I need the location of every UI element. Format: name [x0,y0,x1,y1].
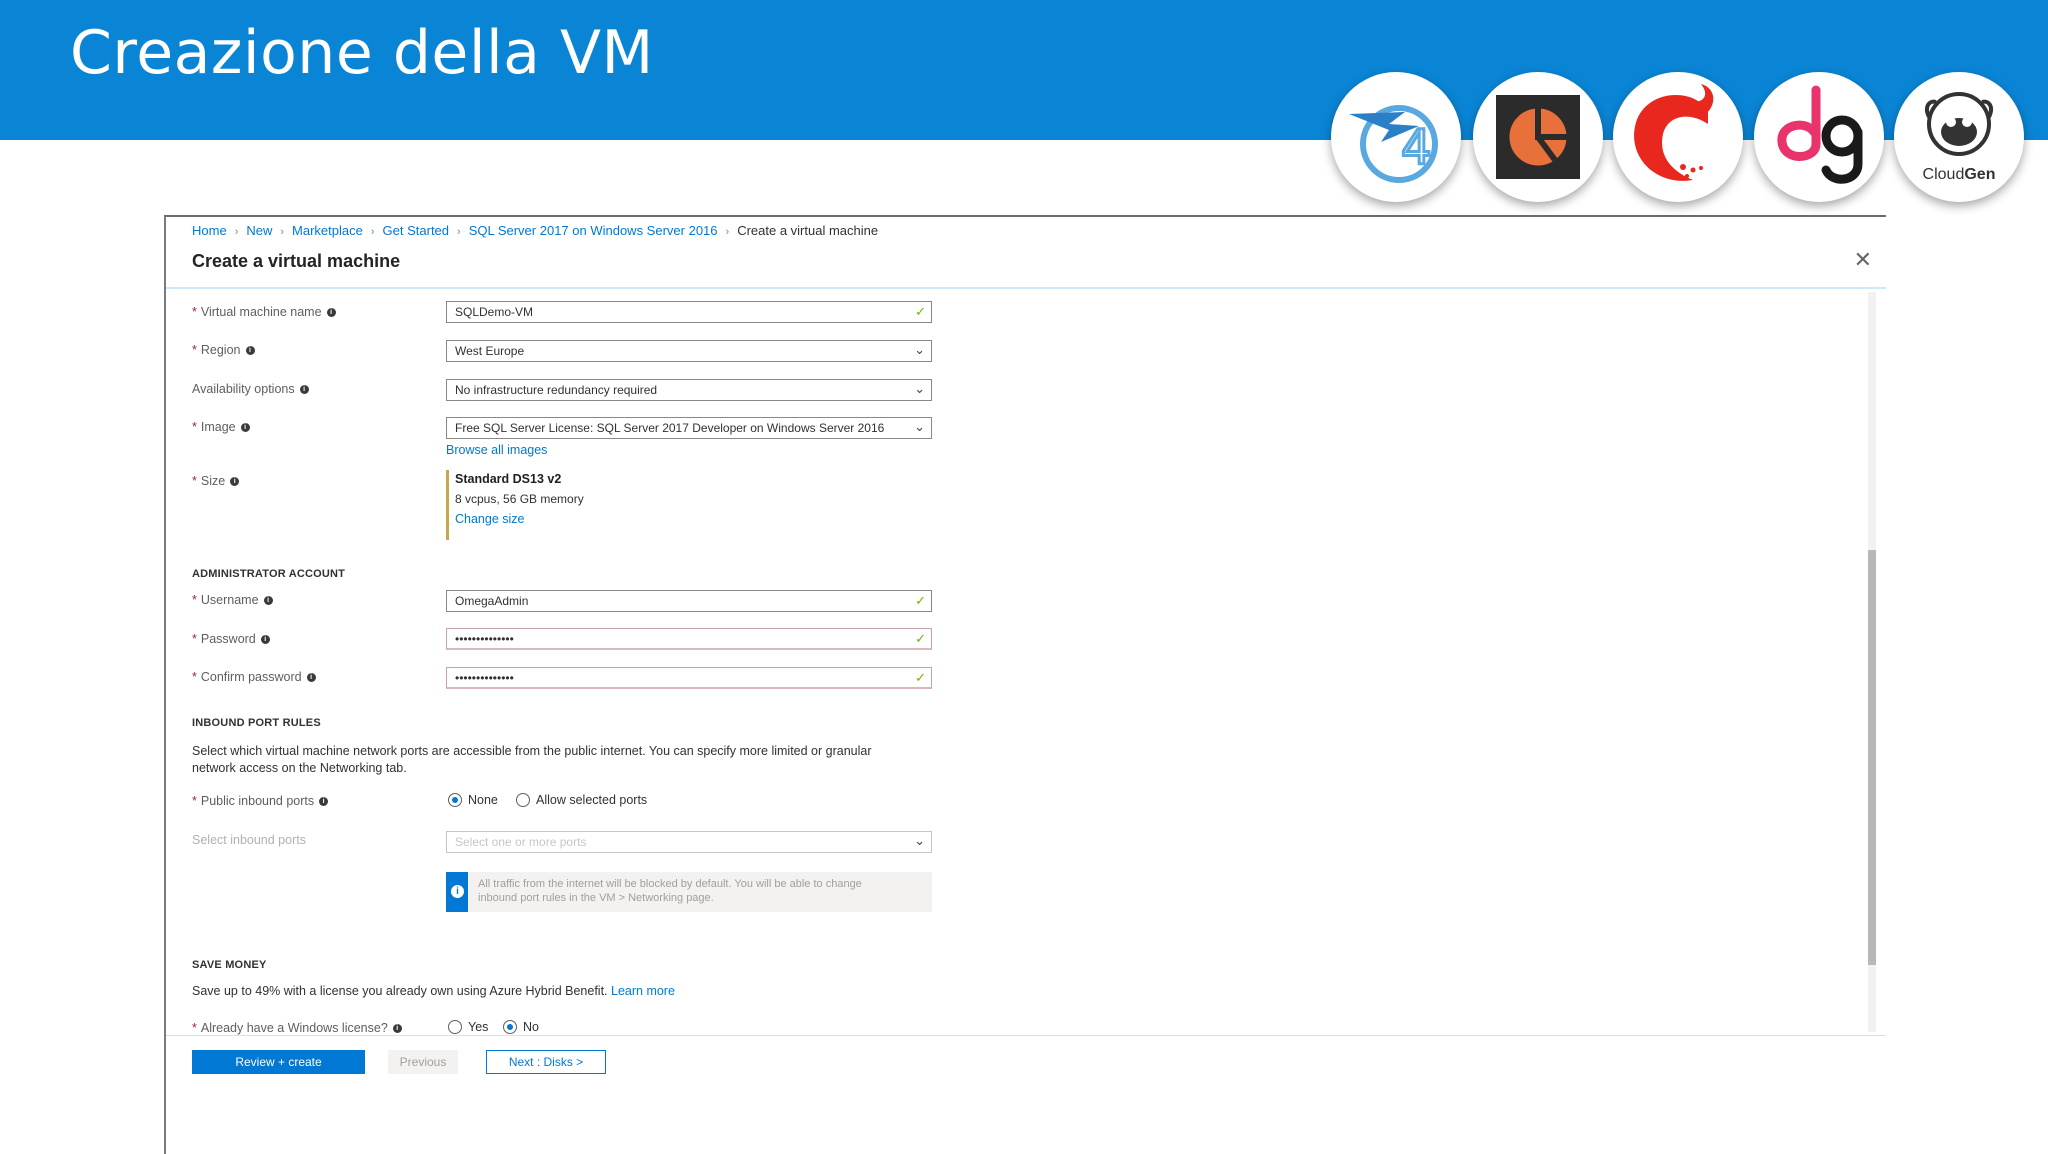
radio-allow-selected-label: Allow selected ports [536,793,648,807]
region-select[interactable]: West Europe ⌄ [446,340,932,362]
radio-yes[interactable] [448,1020,462,1034]
info-icon[interactable]: i [240,423,250,433]
info-icon[interactable]: i [260,635,270,645]
windows-license-label: * Already have a Windows license? i [192,1021,402,1035]
cloudgen-logo: CloudGen [1894,72,2024,202]
radio-none-label: None [468,793,498,807]
change-size-link[interactable]: Change size [455,512,584,526]
previous-button[interactable]: Previous [388,1050,458,1074]
breadcrumb-new[interactable]: New [246,223,272,238]
slide-title: Creazione della VM [70,18,654,88]
breadcrumb-home[interactable]: Home [192,223,227,238]
radio-no[interactable] [503,1020,517,1034]
save-money-heading: SAVE MONEY [192,959,267,971]
info-icon[interactable]: i [306,673,316,683]
cloudgen-logo-text: CloudGen [1922,166,1996,183]
sql4-logo: 4 [1331,72,1461,202]
confirm-password-label: * Confirm password i [192,670,316,684]
availability-select[interactable]: No infrastructure redundancy required ⌄ [446,379,932,401]
footer-divider [166,1035,1886,1036]
valid-check-icon: ✓ [915,631,926,646]
breadcrumb: Home › New › Marketplace › Get Started › SQL Ser… [192,223,879,238]
availability-label: Availability options i [192,382,309,396]
chevron-down-icon: ⌄ [914,833,925,848]
info-icon[interactable]: i [299,385,309,395]
breadcrumb-current: Create a virtual machine [737,223,879,238]
username-input[interactable]: OmegaAdmin ✓ [446,590,932,612]
valid-check-icon: ✓ [915,593,926,608]
inbound-section-heading: INBOUND PORT RULES [192,717,321,729]
info-icon[interactable]: i [245,346,255,356]
vm-name-input[interactable]: SQLDemo-VM ✓ [446,301,932,323]
info-icon: i [451,885,464,898]
breadcrumb-marketplace[interactable]: Marketplace [292,223,363,238]
red-swirl-logo [1613,72,1743,202]
browse-images-link[interactable]: Browse all images [446,443,547,457]
blade-title: Create a virtual machine [192,251,401,271]
scrollbar-thumb[interactable] [1868,550,1876,965]
confirm-password-input[interactable]: •••••••••••••• ✓ [446,667,932,689]
region-label: * Region i [192,343,255,357]
info-icon[interactable]: i [230,477,240,487]
info-icon[interactable]: i [392,1024,402,1034]
inbound-description-line2: network access on the Networking tab. [192,761,407,775]
save-money-description: Save up to 49% with a license you alread… [192,984,675,998]
chevron-down-icon: ⌄ [914,342,925,357]
public-inbound-label: * Public inbound ports i [192,794,329,808]
svg-text:4: 4 [1401,120,1432,176]
admin-section-heading: ADMINISTRATOR ACCOUNT [192,568,346,580]
breadcrumb-get-started[interactable]: Get Started [383,223,449,238]
image-label: * Image i [192,420,250,434]
chevron-down-icon: ⌄ [914,419,925,434]
size-name: Standard DS13 v2 [455,472,562,486]
inbound-ports-select[interactable]: Select one or more ports ⌄ [446,831,932,853]
info-icon[interactable]: i [326,308,336,318]
radio-no-label: No [523,1020,539,1034]
close-icon[interactable]: ✕ [1854,247,1872,273]
size-summary: Standard DS13 v2 8 vcpus, 56 GB memory C… [446,470,584,540]
image-select[interactable]: Free SQL Server License: SQL Server 2017… [446,417,932,439]
vm-name-label: * Virtual machine name i [192,305,336,319]
info-icon[interactable]: i [263,596,273,606]
size-description: 8 vcpus, 56 GB memory [455,492,584,506]
dg-logo [1754,72,1884,202]
info-icon[interactable]: i [319,797,329,807]
chevron-down-icon: ⌄ [914,381,925,396]
next-disks-button[interactable]: Next : Disks > [486,1050,606,1074]
password-label: * Password i [192,632,270,646]
inbound-info-box: i All traffic from the internet will be … [446,872,932,912]
radio-yes-label: Yes [468,1020,489,1034]
valid-check-icon: ✓ [915,670,926,685]
learn-more-link[interactable]: Learn more [611,984,675,998]
powerbi-style-logo [1473,72,1603,202]
radio-none[interactable] [448,793,462,807]
size-label: * Size i [192,474,240,488]
breadcrumb-sql-server[interactable]: SQL Server 2017 on Windows Server 2016 [469,223,718,238]
azure-portal-blade: Home › New › Marketplace › Get Started › SQL Ser… [164,215,1886,1154]
valid-check-icon: ✓ [915,304,926,319]
inbound-description-line1: Select which virtual machine network por… [192,744,872,758]
select-inbound-label: Select inbound ports [192,833,306,847]
review-create-button[interactable]: Review + create [192,1050,365,1074]
password-input[interactable]: •••••••••••••• ✓ [446,628,932,650]
title-divider [166,287,1886,289]
radio-allow-selected[interactable] [516,793,530,807]
username-label: * Username i [192,593,273,607]
